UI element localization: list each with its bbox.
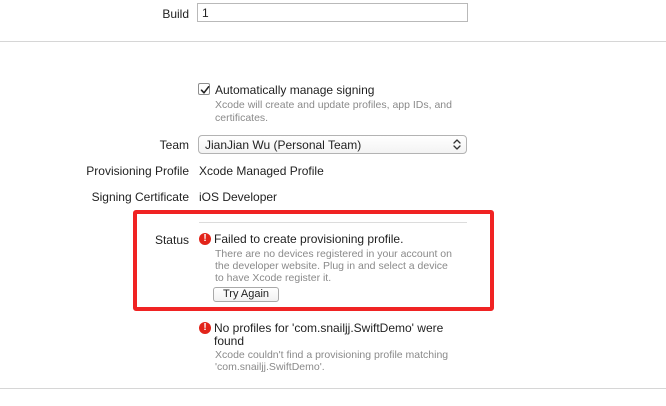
auto-manage-help-line2: certificates. (215, 112, 269, 124)
checkmark-icon (200, 86, 210, 94)
exclamation-circle-icon: ! (199, 322, 211, 334)
auto-manage-signing-label[interactable]: Automatically manage signing (215, 83, 374, 97)
auto-manage-help-line1: Xcode will create and update profiles, a… (215, 99, 452, 111)
updown-chevron-icon (453, 139, 461, 150)
section-divider-bottom (0, 388, 666, 389)
profiles-error-line1: Xcode couldn't find a provisioning profi… (215, 349, 449, 361)
section-divider-top (0, 41, 666, 42)
build-field[interactable]: 1 (197, 3, 468, 22)
signing-certificate-label: Signing Certificate (91, 190, 189, 204)
signing-certificate-value: iOS Developer (199, 190, 278, 204)
provisioning-profile-value: Xcode Managed Profile (199, 164, 324, 178)
team-popup[interactable]: JianJian Wu (Personal Team) (198, 135, 467, 154)
build-label: Build (162, 7, 189, 21)
profiles-error-title-line2: found (214, 334, 245, 348)
team-popup-value: JianJian Wu (Personal Team) (205, 138, 362, 152)
team-label: Team (159, 138, 189, 152)
auto-manage-signing-checkbox[interactable] (198, 83, 210, 95)
status-highlight-box (133, 210, 494, 311)
provisioning-profile-label: Provisioning Profile (86, 164, 189, 178)
profiles-error-title-line1: No profiles for 'com.snailjj.SwiftDemo' … (214, 321, 444, 335)
profiles-error-line2: 'com.snailjj.SwiftDemo'. (215, 361, 325, 373)
